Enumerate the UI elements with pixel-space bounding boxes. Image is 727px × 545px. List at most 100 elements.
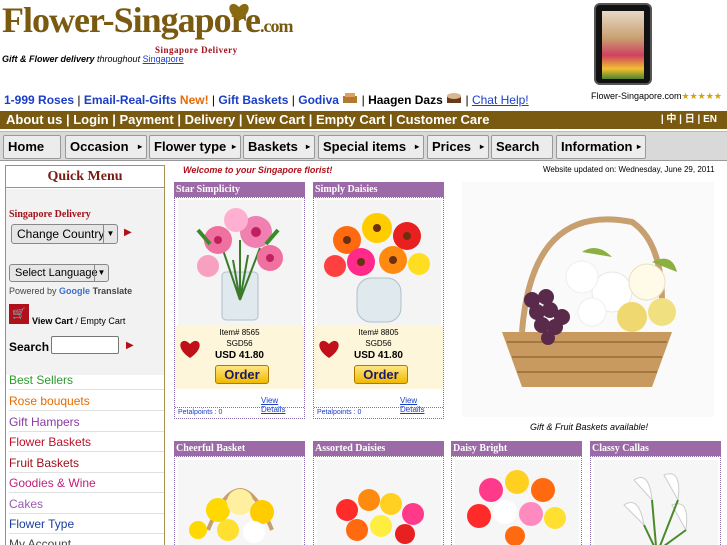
menu-my-account[interactable]: My Account	[9, 534, 164, 545]
chevron-right-icon: ▸	[137, 142, 142, 151]
menu-best-sellers[interactable]: Best Sellers	[9, 370, 164, 390]
product-image[interactable]	[317, 200, 441, 326]
nav-delivery[interactable]: Delivery	[185, 112, 236, 127]
nav-view-cart[interactable]: View Cart	[246, 112, 305, 127]
tab-label: Occasion	[70, 139, 129, 154]
product-info: Item# 8805 SGD56 USD 41.80 Order	[314, 326, 443, 389]
product-title[interactable]: Daisy Bright	[451, 441, 582, 456]
product-image[interactable]	[594, 460, 718, 545]
product-image[interactable]	[178, 200, 302, 326]
product-title[interactable]: Simply Daisies	[313, 182, 444, 197]
order-button[interactable]: Order	[215, 365, 269, 384]
product-card	[313, 456, 444, 545]
menu-label: Gift Hampers	[9, 415, 80, 429]
chevron-down-icon: ▼	[103, 225, 117, 243]
chevron-right-icon: ▸	[414, 142, 419, 151]
tab-flower-type[interactable]: Flower type ▸	[149, 135, 241, 159]
product-title[interactable]: Cheerful Basket	[174, 441, 305, 456]
separator: |	[291, 93, 295, 107]
tab-information[interactable]: Information ▸	[556, 135, 646, 159]
product-card: Item# 8805 SGD56 USD 41.80 Order View De…	[313, 197, 444, 419]
price-sgd: SGD56	[226, 339, 253, 348]
nav-about[interactable]: About us	[6, 112, 62, 127]
nav-payment[interactable]: Payment	[120, 112, 174, 127]
search-go-icon[interactable]: ▶	[126, 340, 134, 351]
product-image[interactable]	[178, 460, 302, 545]
featured-caption: Gift & Fruit Baskets available!	[530, 422, 649, 432]
product-info: Item# 8565 SGD56 USD 41.80 Order	[175, 326, 304, 389]
product-title[interactable]: Assorted Daisies	[313, 441, 444, 456]
menu-cakes[interactable]: Cakes	[9, 494, 164, 514]
tab-prices[interactable]: Prices ▸	[427, 135, 489, 159]
item-number: Item# 8805	[358, 328, 399, 337]
nav-customer-care[interactable]: Customer Care	[396, 112, 489, 127]
price-usd: USD 41.80	[215, 350, 264, 361]
rating-site-name: Flower-Singapore.com	[591, 91, 682, 101]
tab-special-items[interactable]: Special items ▸	[318, 135, 424, 159]
language-switcher[interactable]: | 中 | 日 | EN	[661, 111, 717, 129]
menu-label: Cakes	[9, 497, 44, 511]
chat-help-link[interactable]: Chat Help!	[472, 93, 529, 107]
singapore-link[interactable]: Singapore	[143, 54, 184, 64]
petal-points: Petalpoints : 0	[178, 409, 223, 416]
shopping-cart-icon[interactable]: 🛒	[9, 304, 29, 324]
menu-flower-type[interactable]: Flower Type	[9, 514, 164, 534]
menu-flower-baskets[interactable]: Flower Baskets	[9, 432, 164, 452]
view-cart-link[interactable]: View Cart	[32, 316, 73, 326]
separator: |	[361, 93, 365, 107]
view-details-link[interactable]: View Details	[400, 396, 443, 414]
menu-fruit-baskets[interactable]: Fruit Baskets	[9, 453, 164, 473]
menu-gift-hampers[interactable]: Gift Hampers	[9, 412, 164, 432]
go-arrow-icon[interactable]: ▶	[124, 227, 132, 238]
order-button[interactable]: Order	[354, 365, 408, 384]
tab-label: Special items	[323, 139, 407, 154]
menu-label: Rose bouquets	[9, 394, 90, 408]
chevron-right-icon: ▸	[231, 142, 236, 151]
separator: |	[211, 93, 216, 107]
tab-label: Prices	[432, 139, 472, 154]
nav-empty-cart[interactable]: Empty Cart	[316, 112, 385, 127]
ice-cream-icon	[447, 93, 462, 103]
godiva-link[interactable]: Godiva	[298, 93, 339, 107]
chevron-right-icon: ▸	[636, 142, 641, 151]
mobile-phone-image[interactable]	[594, 3, 652, 85]
product-image[interactable]	[455, 460, 579, 545]
email-gifts-link[interactable]: Email-Real-Gifts	[84, 93, 177, 107]
menu-label: Flower Type	[9, 517, 75, 531]
menu-label: Goodies & Wine	[9, 476, 96, 490]
tab-occasion[interactable]: Occasion ▸	[65, 135, 147, 159]
product-card	[174, 456, 305, 545]
nav-separator: |	[308, 112, 313, 127]
welcome-text: Welcome to your Singapore florist!	[183, 165, 333, 175]
language-select[interactable]: Select Language ▼	[9, 264, 109, 282]
chevron-down-icon: ▼	[94, 265, 108, 281]
view-details-link[interactable]: View Details	[261, 396, 304, 414]
tab-baskets[interactable]: Baskets ▸	[243, 135, 315, 159]
featured-fruit-basket-image[interactable]	[462, 182, 714, 417]
logo-suffix: .com	[259, 16, 293, 36]
menu-goodies-wine[interactable]: Goodies & Wine	[9, 473, 164, 493]
quick-menu-title: Quick Menu	[6, 166, 164, 188]
gift-baskets-link[interactable]: Gift Baskets	[218, 93, 288, 107]
nav-login[interactable]: Login	[73, 112, 108, 127]
menu-rose-bouquets[interactable]: Rose bouquets	[9, 391, 164, 411]
menu-label: Fruit Baskets	[9, 456, 80, 470]
country-select[interactable]: Change Country ▼	[11, 224, 118, 244]
roses-link[interactable]: 1-999 Roses	[4, 93, 74, 107]
haagen-dazs-link[interactable]: Haagen Dazs	[368, 93, 443, 107]
search-input[interactable]	[51, 336, 119, 354]
empty-cart-link[interactable]: / Empty Cart	[75, 316, 125, 326]
product-title[interactable]: Classy Callas	[590, 441, 721, 456]
tagline: Gift & Flower delivery throughout Singap…	[2, 54, 184, 64]
menu-label: Flower Baskets	[9, 435, 92, 449]
tab-home[interactable]: Home	[3, 135, 61, 159]
product-title[interactable]: Star Simplicity	[174, 182, 305, 197]
country-select-value: Change Country	[17, 227, 105, 241]
product-image[interactable]	[317, 460, 441, 545]
top-links: 1-999 Roses | Email-Real-Gifts New! | Gi…	[4, 92, 529, 107]
tab-search[interactable]: Search	[491, 135, 553, 159]
divider	[175, 407, 304, 408]
tab-label: Information	[561, 139, 633, 154]
nav-separator: |	[112, 112, 116, 127]
product-card: Item# 8565 SGD56 USD 41.80 Order View De…	[174, 197, 305, 419]
